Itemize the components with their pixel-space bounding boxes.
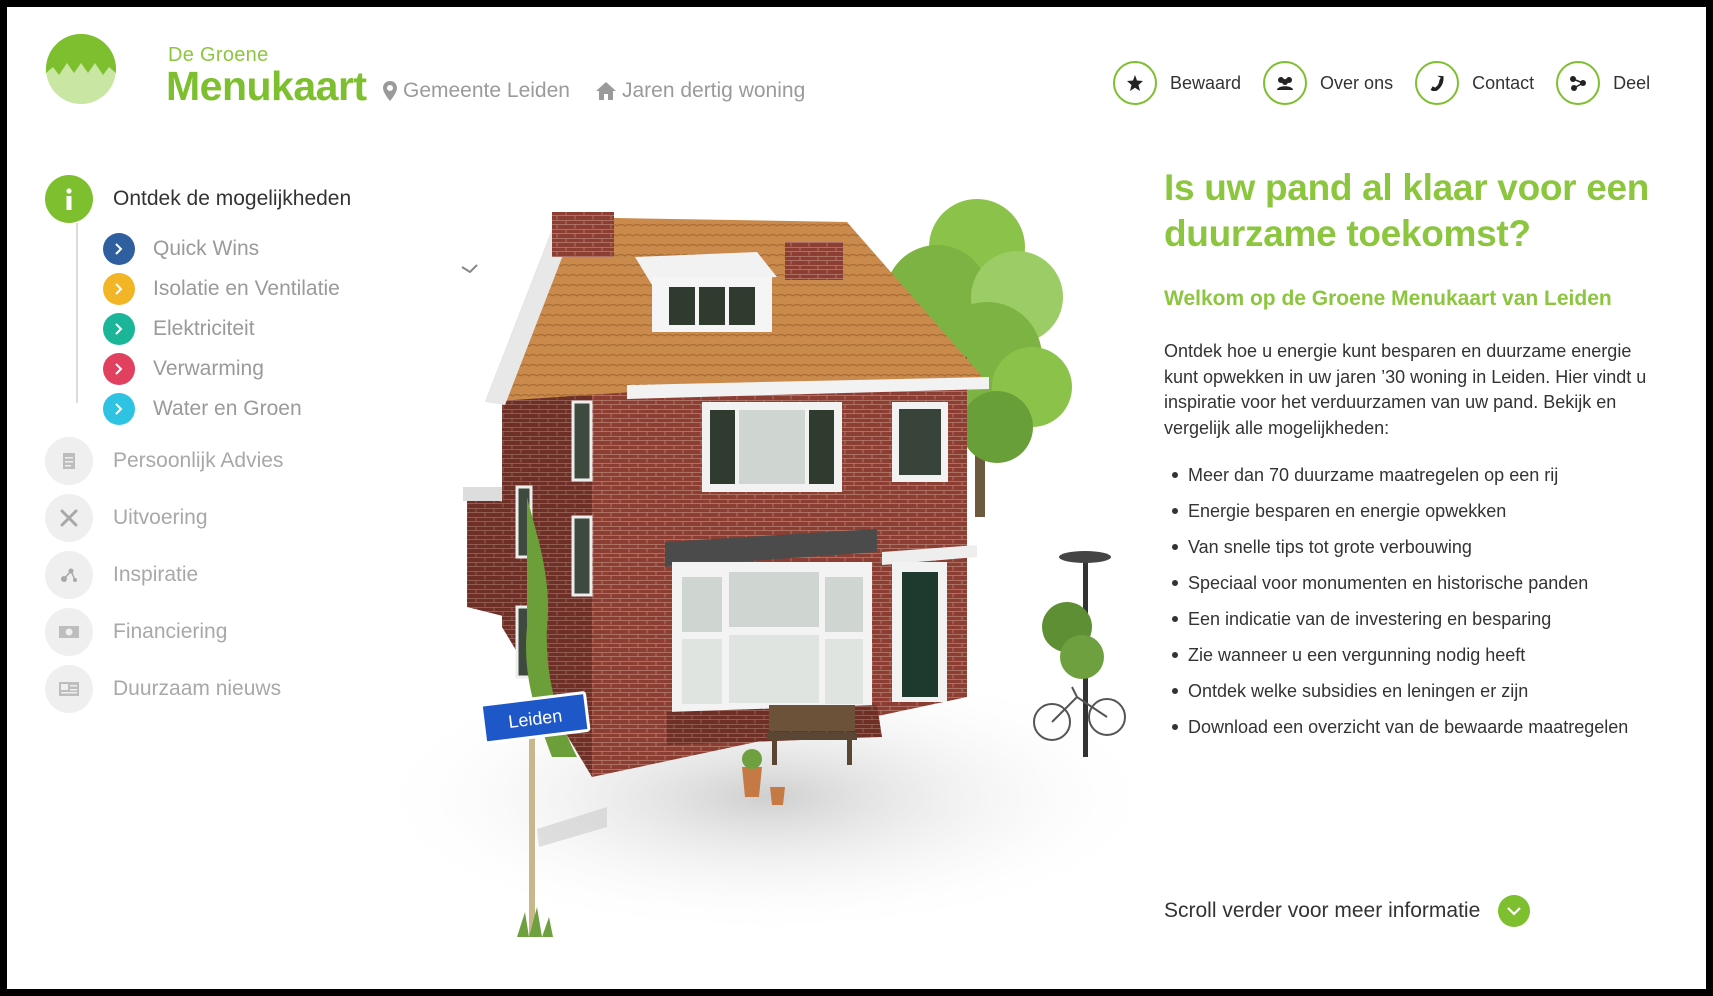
sidebar-subitem-water-green[interactable]: Water en Groen: [103, 389, 385, 429]
star-icon: [1127, 75, 1143, 91]
logo[interactable]: De Groene Menukaart: [45, 33, 367, 113]
chevron-right-icon: [103, 233, 135, 265]
sidebar-subitem-label: Water en Groen: [153, 397, 302, 420]
nav-about-circle: [1263, 61, 1308, 105]
sidebar-item-news[interactable]: Duurzaam nieuws: [45, 665, 385, 713]
logo-mark-icon: [46, 34, 116, 104]
nav-share[interactable]: Deel: [1556, 61, 1650, 105]
nav-about[interactable]: Over ons: [1263, 61, 1393, 105]
sidebar-item-label: Uitvoering: [113, 506, 208, 529]
share-icon: [1570, 76, 1587, 91]
sidebar-main-items: Persoonlijk Advies Uitvoering Inspiratie…: [45, 437, 385, 713]
document-icon: [45, 437, 93, 485]
sidebar-subitem-label: Elektriciteit: [153, 317, 255, 340]
sidebar-item-discover[interactable]: Ontdek de mogelijkheden: [45, 175, 385, 223]
phone-icon: [1430, 75, 1444, 91]
sidebar-item-financing[interactable]: Financiering: [45, 608, 385, 656]
nav-share-circle: [1556, 61, 1601, 105]
main-content: Is uw pand al klaar voor een duurzame to…: [1164, 165, 1664, 751]
sidebar-item-label: Financiering: [113, 620, 228, 643]
nav-contact-circle: [1415, 61, 1460, 105]
nav-contact[interactable]: Contact: [1415, 61, 1534, 105]
breadcrumb-house-type[interactable]: Jaren dertig woning: [595, 79, 806, 103]
sidebar-subitem-electricity[interactable]: Elektriciteit: [103, 309, 385, 349]
inspiration-icon: [45, 551, 93, 599]
list-item: Speciaal voor monumenten en historische …: [1164, 571, 1664, 607]
breadcrumb-house-type-label: Jaren dertig woning: [621, 79, 806, 102]
sidebar-connector-line: [76, 223, 78, 403]
house-illustration: Leiden: [377, 199, 1157, 937]
money-icon: [45, 608, 93, 656]
breadcrumb-municipality[interactable]: Gemeente Leiden: [383, 79, 570, 103]
list-item: Ontdek welke subsidies en leningen er zi…: [1164, 679, 1664, 715]
sidebar: Ontdek de mogelijkheden Quick Wins Isola…: [45, 175, 385, 713]
chevron-down-icon[interactable]: [1498, 895, 1531, 927]
sidebar-subitem-quick-wins[interactable]: Quick Wins: [103, 229, 385, 269]
chevron-right-icon: [103, 393, 135, 425]
sidebar-subitem-label: Isolatie en Ventilatie: [153, 277, 340, 300]
nav-about-label: Over ons: [1320, 72, 1394, 93]
feature-list: Meer dan 70 duurzame maatregelen op een …: [1164, 463, 1664, 751]
scroll-more-link[interactable]: Scroll verder voor meer informatie: [1164, 895, 1531, 927]
chevron-right-icon: [103, 273, 135, 305]
nav-contact-label: Contact: [1472, 72, 1535, 93]
nav-share-label: Deel: [1613, 72, 1651, 93]
sidebar-subitem-label: Quick Wins: [153, 237, 260, 260]
breadcrumb-municipality-label: Gemeente Leiden: [403, 79, 570, 102]
list-item: Meer dan 70 duurzame maatregelen op een …: [1164, 463, 1664, 499]
list-item: Een indicatie van de investering en besp…: [1164, 607, 1664, 643]
sidebar-subitem-insulation[interactable]: Isolatie en Ventilatie: [103, 269, 385, 309]
tools-icon: [45, 494, 93, 542]
chevron-right-icon: [103, 353, 135, 385]
newspaper-icon: [45, 665, 93, 713]
list-item: Zie wanneer u een vergunning nodig heeft: [1164, 643, 1664, 679]
page: De Groene Menukaart Gemeente Leiden Jare…: [7, 7, 1706, 989]
location-pin-icon: [383, 81, 397, 101]
sidebar-subitems: Quick Wins Isolatie en Ventilatie Elektr…: [103, 229, 385, 429]
list-item: Energie besparen en energie opwekken: [1164, 499, 1664, 535]
nav-saved-label: Bewaard: [1170, 72, 1242, 93]
sidebar-item-label: Persoonlijk Advies: [113, 449, 284, 472]
sidebar-subitem-heating[interactable]: Verwarming: [103, 349, 385, 389]
sidebar-item-label: Duurzaam nieuws: [113, 677, 282, 700]
scroll-more-label: Scroll verder voor meer informatie: [1164, 899, 1481, 922]
sidebar-item-label: Inspiratie: [113, 563, 199, 586]
nav-saved[interactable]: Bewaard: [1113, 61, 1241, 105]
list-item: Van snelle tips tot grote verbouwing: [1164, 535, 1664, 571]
info-icon: [45, 175, 93, 223]
list-item: Download een overzicht van de bewaarde m…: [1164, 715, 1664, 751]
sidebar-item-personal-advice[interactable]: Persoonlijk Advies: [45, 437, 385, 485]
top-navigation: Bewaard Over ons Contact Deel: [1113, 61, 1650, 105]
home-icon: [595, 82, 616, 100]
intro-paragraph: Ontdek hoe u energie kunt besparen en du…: [1164, 341, 1647, 438]
chevron-right-icon: [103, 313, 135, 345]
breadcrumb: Gemeente Leiden Jaren dertig woning: [383, 79, 805, 103]
sidebar-item-discover-label: Ontdek de mogelijkheden: [113, 187, 352, 210]
nav-saved-circle: [1113, 61, 1157, 105]
page-title: Is uw pand al klaar voor een duurzame to…: [1164, 167, 1650, 254]
sidebar-subitem-label: Verwarming: [153, 357, 264, 380]
sidebar-item-inspiration[interactable]: Inspiratie: [45, 551, 385, 599]
users-icon: [1277, 77, 1294, 90]
sidebar-item-execution[interactable]: Uitvoering: [45, 494, 385, 542]
page-subtitle: Welkom op de Groene Menukaart van Leiden: [1164, 287, 1612, 310]
logo-line2: Menukaart: [166, 63, 367, 109]
